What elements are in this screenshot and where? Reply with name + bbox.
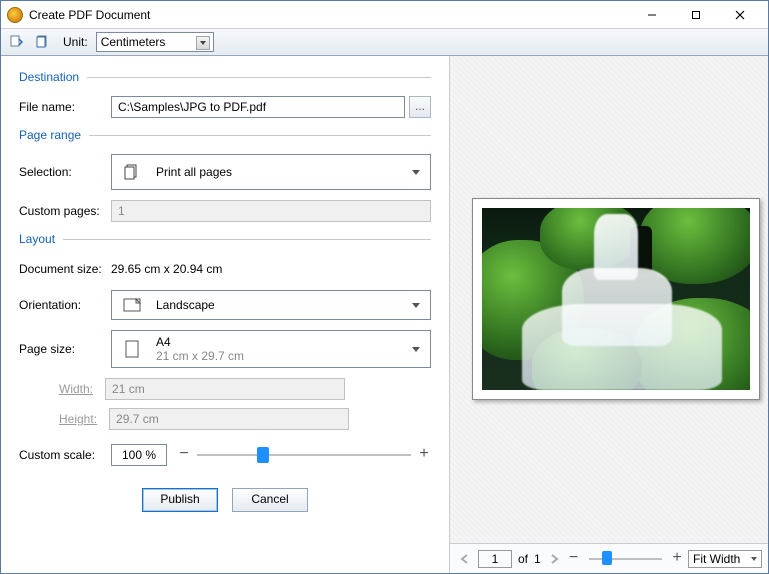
unit-select[interactable]: Centimeters (96, 32, 214, 52)
selection-select[interactable]: Print all pages (111, 154, 431, 190)
width-label: Width: (59, 382, 93, 396)
minimize-button[interactable] (630, 1, 674, 29)
scale-plus-button[interactable]: + (417, 448, 431, 462)
preview-panel: 1 of 1 − + Fit Width (449, 56, 768, 573)
preview-image (482, 208, 750, 390)
scale-label: Custom scale: (19, 448, 111, 462)
app-icon (7, 7, 23, 23)
zoom-in-button[interactable]: + (670, 552, 684, 566)
pages-icon (122, 162, 142, 182)
docsize-label: Document size: (19, 262, 111, 276)
tool-button-1[interactable] (5, 31, 27, 53)
maximize-button[interactable] (674, 1, 718, 29)
cancel-button[interactable]: Cancel (232, 488, 308, 512)
chevron-down-icon (412, 303, 420, 308)
next-page-button[interactable] (545, 550, 563, 568)
custompages-label: Custom pages: (19, 204, 111, 218)
section-pagerange: Page range (19, 128, 431, 142)
scale-minus-button[interactable]: − (177, 448, 191, 462)
unit-label: Unit: (63, 35, 88, 49)
browse-button[interactable]: ... (409, 96, 431, 118)
toolbar: Unit: Centimeters (1, 29, 768, 56)
height-input: 29.7 cm (109, 408, 349, 430)
selection-label: Selection: (19, 165, 111, 179)
chevron-down-icon (412, 347, 420, 352)
zoom-slider[interactable] (589, 552, 662, 566)
tool-button-2[interactable] (31, 31, 53, 53)
section-layout: Layout (19, 232, 431, 246)
section-destination: Destination (19, 70, 431, 84)
chevron-down-icon (412, 170, 420, 175)
fit-mode-select[interactable]: Fit Width (688, 550, 762, 568)
preview-nav: 1 of 1 − + Fit Width (450, 543, 768, 573)
of-label: of (518, 552, 528, 566)
orientation-select[interactable]: Landscape (111, 290, 431, 320)
title-bar: Create PDF Document (1, 1, 768, 29)
settings-panel: Destination File name: C:\Samples\JPG to… (1, 56, 449, 573)
zoom-out-button[interactable]: − (567, 552, 581, 566)
page-icon (122, 339, 142, 359)
scale-slider[interactable] (197, 447, 411, 463)
docsize-value: 29.65 cm x 20.94 cm (111, 258, 222, 280)
scale-input[interactable]: 100 % (111, 444, 167, 466)
preview-page (472, 198, 760, 400)
filename-label: File name: (19, 100, 111, 114)
filename-input[interactable]: C:\Samples\JPG to PDF.pdf (111, 96, 405, 118)
pagesize-label: Page size: (19, 342, 111, 356)
pagesize-select[interactable]: A421 cm x 29.7 cm (111, 330, 431, 368)
custompages-input[interactable]: 1 (111, 200, 431, 222)
orientation-label: Orientation: (19, 298, 111, 312)
publish-button[interactable]: Publish (142, 488, 218, 512)
window-title: Create PDF Document (29, 8, 150, 22)
page-number-input[interactable]: 1 (478, 550, 512, 568)
page-total: 1 (534, 552, 541, 566)
width-input: 21 cm (105, 378, 345, 400)
close-button[interactable] (718, 1, 762, 29)
landscape-icon (122, 295, 142, 315)
prev-page-button[interactable] (456, 550, 474, 568)
height-label: Height: (59, 412, 97, 426)
